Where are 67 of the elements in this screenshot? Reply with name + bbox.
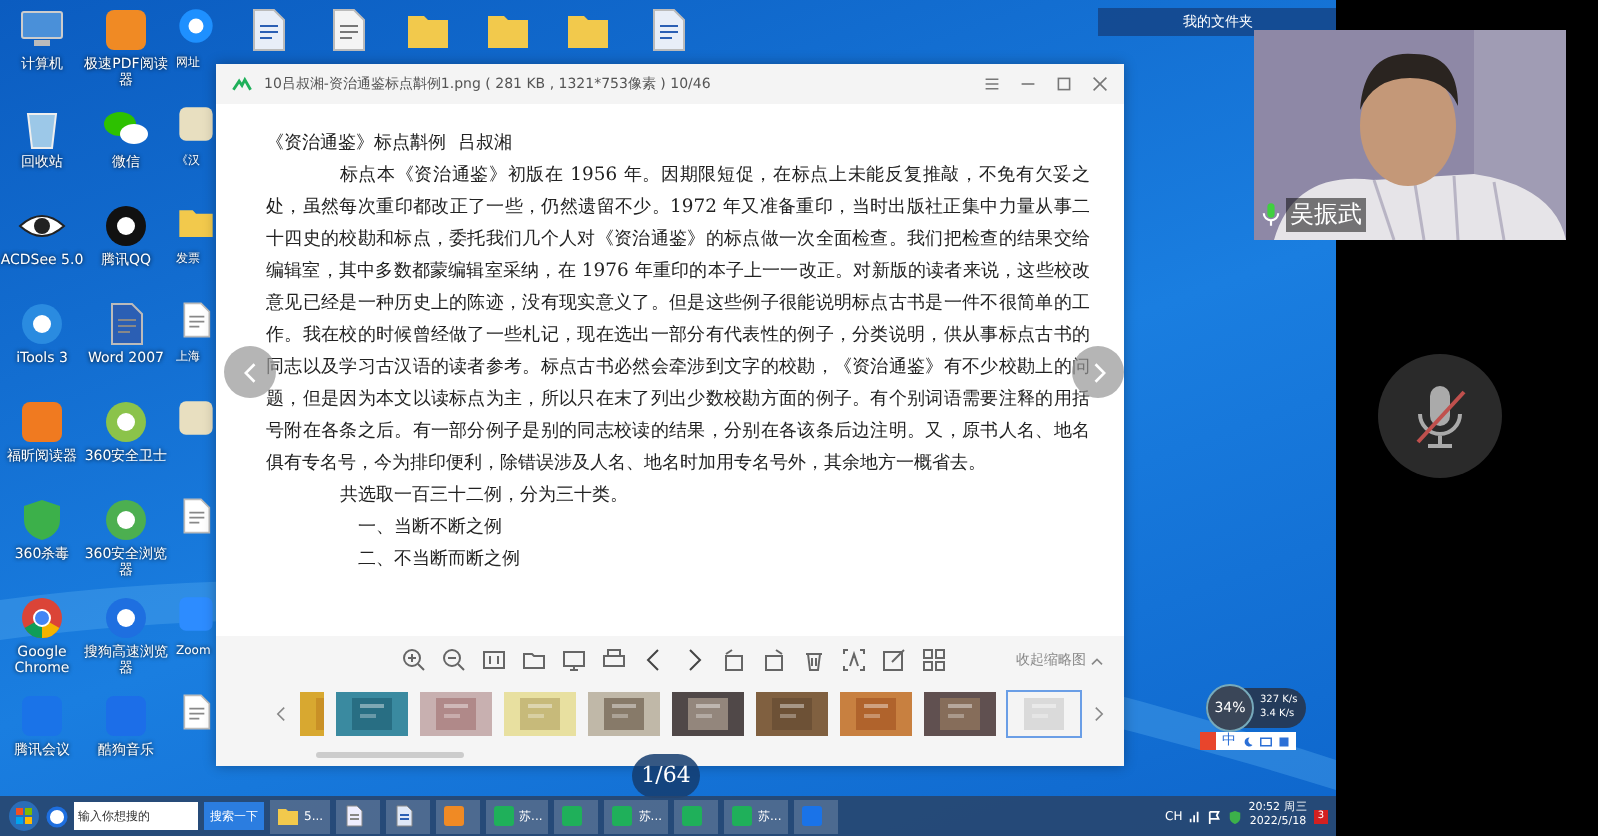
muted-mic-icon[interactable]: [1378, 354, 1502, 478]
chrome-icon[interactable]: [18, 594, 66, 642]
document-icon: [341, 804, 366, 828]
shield-icon[interactable]: [1228, 809, 1243, 823]
app-logo-icon: [232, 76, 252, 92]
thumbnail[interactable]: [334, 690, 410, 738]
chevron-right-icon: [1091, 361, 1105, 383]
document-icon: [391, 804, 416, 828]
zoom-in-icon[interactable]: [402, 648, 426, 672]
document-paragraph: 标点本《资治通鉴》初版在 1956 年。因期限短促，在标点上未能反复推敲，不免有欠妥之处，虽然每次重印都改正了一些，仍然遗留不少。1972 年又准备重印，当时出版社正集中力量从事二十四史的校勘和标点，委托我们几个人对《资治通鉴》的标点做一次全面检查。我们把检查的结果交给编辑室，其中多数都蒙编辑室采纳，在 1976 年重印的本子上一一改正。对新版的读者来说，这些校改意见已经是一种历史上的陈迹，没有现实意义了。但是这些例子很能说明标点古书是一件不很简单的工作。我在校的时候曾经做了一些札记，现在选出一部分有代表性的例子，分类说明，供从事标点古书的同志以及学习古汉语的读者参考。标点古书必然会牵涉到文字的校勘，《资治通鉴》有不少校勘上的问题，但是因为本文以读标点为主，所以只在末了列出少数校勘方面的例子。有个别词语需要注释的用括号附在各条之后。有一部分例子是别的同志校读的结果，分别在各该条后边注明。又，原书人名、地名俱有专名号，今为排印便利，除错误涉及人名、地名时加用专名号外，其余地方一概省去。: [266, 162, 1090, 478]
participant-name: 吴振武: [1286, 198, 1366, 232]
rotate-right-icon[interactable]: [762, 648, 786, 672]
app-icon[interactable]: [102, 6, 150, 54]
thumbnail[interactable]: [418, 690, 494, 738]
list-item: 一、当断不断之例: [356, 514, 504, 542]
thumbnail[interactable]: [838, 690, 914, 738]
logo-icon: [1200, 732, 1216, 750]
thumbnail[interactable]: [502, 690, 578, 738]
app-icon[interactable]: [176, 398, 216, 438]
taskbar-button[interactable]: [674, 799, 719, 833]
keyboard-icon[interactable]: [1260, 735, 1272, 747]
thumbnail[interactable]: [298, 690, 326, 738]
zoom-out-icon[interactable]: [442, 648, 466, 672]
round-app-icon[interactable]: [176, 6, 216, 46]
menu-icon[interactable]: [984, 76, 1000, 92]
maximize-icon[interactable]: [1056, 76, 1072, 92]
app-icon[interactable]: [176, 104, 216, 144]
document-text: 共选取一百三十二例，分为三十类。: [337, 482, 630, 510]
print-icon[interactable]: [602, 648, 626, 672]
edit-icon[interactable]: [882, 648, 906, 672]
taskbar-button[interactable]: [554, 799, 599, 833]
taskbar-button[interactable]: [385, 799, 430, 833]
rotate-left-icon[interactable]: [722, 648, 746, 672]
actual-size-icon[interactable]: [482, 648, 506, 672]
thumbnail[interactable]: [1006, 690, 1082, 738]
delete-icon[interactable]: [802, 648, 826, 672]
app-icon: [441, 804, 466, 828]
globe-icon[interactable]: [46, 805, 68, 827]
caret-icon: [1090, 655, 1104, 665]
grid-icon[interactable]: [1278, 735, 1290, 747]
folder-icon: [276, 804, 300, 828]
round-app-icon[interactable]: [102, 202, 150, 250]
app-icon: [680, 804, 705, 828]
app-icon: [491, 804, 516, 828]
scrollbar[interactable]: [316, 752, 464, 758]
folder-icon[interactable]: [522, 648, 546, 672]
thumbnail[interactable]: [586, 690, 662, 738]
app-icon: [730, 804, 755, 828]
thumbnail[interactable]: [670, 690, 746, 738]
app-icon: [560, 804, 585, 828]
document-heading: 《资治通鉴》标点斠例 吕叔湘: [266, 130, 514, 158]
thumbnail[interactable]: [922, 690, 998, 738]
list-item: 二、不当断而断之例: [356, 546, 522, 574]
app-icon: [799, 804, 824, 828]
slideshow-icon[interactable]: [562, 648, 586, 672]
taskbar-button[interactable]: [435, 799, 480, 833]
flag-icon[interactable]: [1208, 809, 1223, 823]
moon-icon[interactable]: [1242, 735, 1254, 747]
thumbnail[interactable]: [754, 690, 830, 738]
app-icon: [610, 804, 635, 828]
text-scan-icon[interactable]: [842, 648, 866, 672]
grid-icon[interactable]: [922, 648, 946, 672]
taskbar-button[interactable]: [335, 799, 380, 833]
close-icon[interactable]: [1092, 76, 1108, 92]
chevron-left-icon: [243, 361, 257, 383]
start-button[interactable]: [8, 800, 40, 832]
network-icon[interactable]: [1188, 809, 1203, 823]
